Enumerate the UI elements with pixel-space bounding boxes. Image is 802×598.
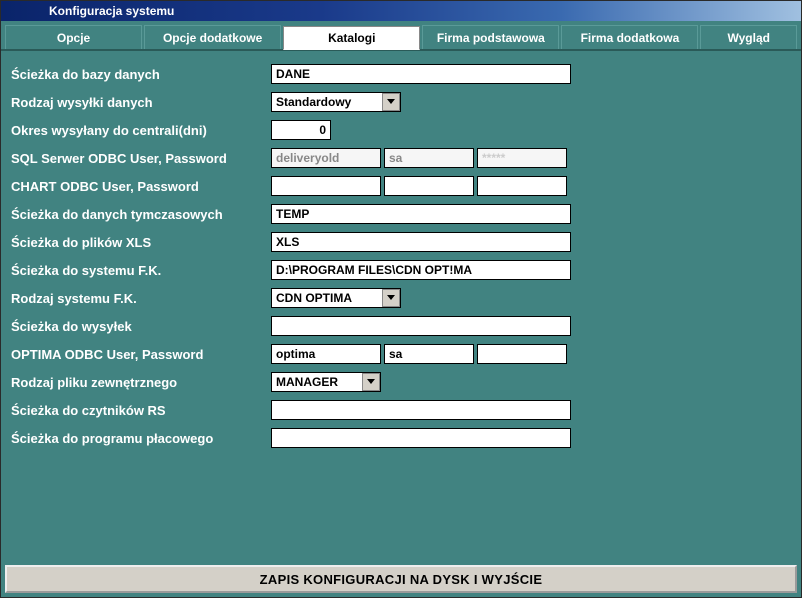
tab-firma-dodatkowa[interactable]: Firma dodatkowa	[561, 25, 698, 49]
chevron-down-icon[interactable]	[382, 289, 400, 307]
select-rodzaj-pliku-value: MANAGER	[272, 375, 362, 389]
input-optima-odbc-pass[interactable]	[477, 344, 567, 364]
save-and-exit-label: ZAPIS KONFIGURACJI NA DYSK I WYJŚCIE	[260, 572, 543, 587]
tab-wyglad[interactable]: Wygląd	[700, 25, 797, 49]
tab-opcje[interactable]: Opcje	[5, 25, 142, 49]
select-rodzaj-wysylki-value: Standardowy	[272, 95, 382, 109]
select-rodzaj-pliku[interactable]: MANAGER	[271, 372, 381, 392]
input-chart-odbc-pass[interactable]	[477, 176, 567, 196]
tab-firma-podstawowa[interactable]: Firma podstawowa	[422, 25, 559, 49]
save-and-exit-button[interactable]: ZAPIS KONFIGURACJI NA DYSK I WYJŚCIE	[5, 565, 797, 593]
label-sciezka-wysylek: Ścieżka do wysyłek	[11, 319, 271, 334]
input-sciezka-tmp[interactable]	[271, 204, 571, 224]
input-sciezka-fk[interactable]	[271, 260, 571, 280]
select-rodzaj-fk[interactable]: CDN OPTIMA	[271, 288, 401, 308]
input-sciezka-bazy[interactable]	[271, 64, 571, 84]
chevron-down-icon[interactable]	[382, 93, 400, 111]
tab-bar: Opcje Opcje dodatkowe Katalogi Firma pod…	[1, 21, 801, 51]
label-sciezka-xls: Ścieżka do plików XLS	[11, 235, 271, 250]
label-sciezka-rs: Ścieżka do czytników RS	[11, 403, 271, 418]
label-okres-centrali: Okres wysyłany do centrali(dni)	[11, 123, 271, 138]
input-sciezka-wysylek[interactable]	[271, 316, 571, 336]
tab-katalogi-label: Katalogi	[328, 31, 375, 45]
input-optima-odbc-dsn[interactable]	[271, 344, 381, 364]
config-window: Konfiguracja systemu Opcje Opcje dodatko…	[0, 0, 802, 598]
label-sciezka-bazy: Ścieżka do bazy danych	[11, 67, 271, 82]
label-chart-odbc: CHART ODBC User, Password	[11, 179, 271, 194]
input-sql-odbc-dsn[interactable]	[271, 148, 381, 168]
select-rodzaj-wysylki[interactable]: Standardowy	[271, 92, 401, 112]
tab-katalogi[interactable]: Katalogi	[283, 26, 420, 50]
tab-opcje-dodatkowe-label: Opcje dodatkowe	[163, 31, 262, 45]
tab-wyglad-label: Wygląd	[728, 31, 770, 45]
select-rodzaj-fk-value: CDN OPTIMA	[272, 291, 382, 305]
window-title: Konfiguracja systemu	[49, 4, 174, 18]
chevron-down-icon[interactable]	[362, 373, 380, 391]
input-sciezka-rs[interactable]	[271, 400, 571, 420]
input-chart-odbc-dsn[interactable]	[271, 176, 381, 196]
input-optima-odbc-user[interactable]	[384, 344, 474, 364]
input-sql-odbc-pass[interactable]	[477, 148, 567, 168]
tab-opcje-label: Opcje	[57, 31, 90, 45]
tab-opcje-dodatkowe[interactable]: Opcje dodatkowe	[144, 25, 281, 49]
input-chart-odbc-user[interactable]	[384, 176, 474, 196]
input-sql-odbc-user[interactable]	[384, 148, 474, 168]
input-okres-centrali[interactable]	[271, 120, 331, 140]
label-rodzaj-fk: Rodzaj systemu F.K.	[11, 291, 271, 306]
label-optima-odbc: OPTIMA ODBC User, Password	[11, 347, 271, 362]
label-sciezka-tmp: Ścieżka do danych tymczasowych	[11, 207, 271, 222]
form-area: Ścieżka do bazy danych Rodzaj wysyłki da…	[1, 51, 801, 561]
tab-firma-podstawowa-label: Firma podstawowa	[437, 31, 545, 45]
window-titlebar: Konfiguracja systemu	[1, 1, 801, 21]
input-sciezka-plac[interactable]	[271, 428, 571, 448]
label-rodzaj-pliku: Rodzaj pliku zewnętrznego	[11, 375, 271, 390]
label-sql-odbc: SQL Serwer ODBC User, Password	[11, 151, 271, 166]
input-sciezka-xls[interactable]	[271, 232, 571, 252]
label-sciezka-plac: Ścieżka do programu płacowego	[11, 431, 271, 446]
label-sciezka-fk: Ścieżka do systemu F.K.	[11, 263, 271, 278]
label-rodzaj-wysylki: Rodzaj wysyłki danych	[11, 95, 271, 110]
tab-firma-dodatkowa-label: Firma dodatkowa	[581, 31, 680, 45]
